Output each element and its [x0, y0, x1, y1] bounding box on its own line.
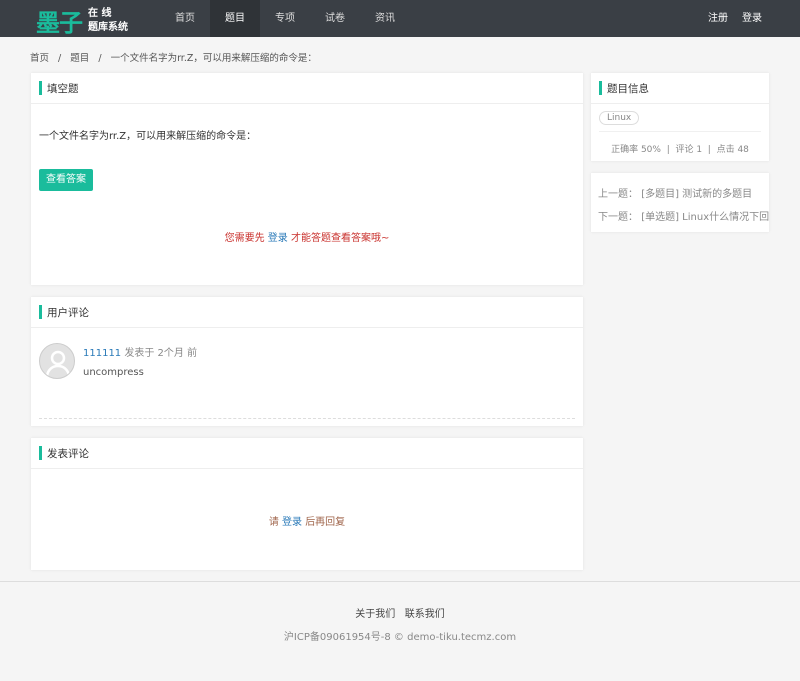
post-comment-title: 发表评论 [31, 438, 583, 469]
post-pre: 请 [268, 517, 279, 528]
post-comment-card: 发表评论 请 登录 后再回复 [31, 438, 583, 570]
nav-home[interactable]: 首页 [160, 0, 210, 37]
avatar [39, 343, 75, 379]
logo[interactable]: 墨子 在 线题库系统 [36, 3, 128, 38]
prev-question[interactable]: 上一题： [多题目] 测试新的多题目 [598, 185, 752, 200]
notice-login-link[interactable]: 登录 [268, 233, 288, 244]
register-link[interactable]: 注册 [708, 0, 728, 37]
login-link[interactable]: 登录 [742, 0, 762, 37]
info-stats: 正确率 50% | 评论 1 | 点击 48 [591, 142, 769, 155]
comment-count: 评论 1 [675, 145, 703, 155]
breadcrumb-sep: / [98, 53, 102, 64]
tag-linux[interactable]: Linux [599, 111, 640, 125]
sep: | [666, 145, 670, 155]
divider [39, 418, 575, 419]
footer: 关于我们 联系我们 沪ICP备09061954号-8 © demo-tiku.t… [0, 581, 800, 681]
view-answer-button[interactable]: 查看答案 [39, 169, 93, 191]
about-link[interactable]: 关于我们 [355, 609, 395, 620]
next-label: 下一题： [598, 212, 638, 223]
comment-text: uncompress [83, 367, 144, 378]
breadcrumb-home[interactable]: 首页 [30, 53, 49, 64]
question-type: 填空题 [31, 73, 583, 104]
post-login-link[interactable]: 登录 [282, 517, 302, 528]
comments-title: 用户评论 [31, 297, 583, 328]
post-post: 后再回复 [305, 517, 346, 528]
comment-user[interactable]: 111111 [83, 348, 121, 359]
click-count: 点击 48 [716, 145, 749, 155]
post-login-notice: 请 登录 后再回复 [31, 513, 583, 528]
breadcrumb: 首页 / 题目 / 一个文件名字为rr.Z，可以用来解压缩的命令是： [30, 50, 323, 64]
logo-line2: 题库系统 [88, 21, 128, 33]
question-text: 一个文件名字为rr.Z，可以用来解压缩的命令是： [39, 131, 257, 142]
next-question[interactable]: 下一题： [单选题] Linux什么情况下回 [598, 208, 769, 223]
comments-card: 用户评论 111111 发表于 2个月 前 uncompress [31, 297, 583, 426]
question-card: 填空题 一个文件名字为rr.Z，可以用来解压缩的命令是： 查看答案 您需要先 登… [31, 73, 583, 285]
notice-post: 才能答题查看答案哦~ [290, 233, 390, 244]
logo-mark: 墨子 [36, 9, 83, 37]
contact-link[interactable]: 联系我们 [405, 609, 445, 620]
info-card: 题目信息 Linux 正确率 50% | 评论 1 | 点击 48 [591, 73, 769, 161]
next-link[interactable]: [单选题] Linux什么情况下回 [641, 212, 769, 223]
nav-questions[interactable]: 题目 [210, 0, 260, 37]
prev-label: 上一题： [598, 189, 638, 200]
prev-next-card: 上一题： [多题目] 测试新的多题目 下一题： [单选题] Linux什么情况下… [591, 173, 769, 232]
top-nav: 墨子 在 线题库系统 首页 题目 专项 试卷 资讯 注册 登录 [0, 0, 800, 37]
notice-pre: 您需要先 [224, 233, 265, 244]
login-notice: 您需要先 登录 才能答题查看答案哦~ [31, 229, 583, 244]
sep: | [707, 145, 711, 155]
breadcrumb-sep: / [58, 53, 62, 64]
accuracy: 正确率 50% [611, 145, 661, 155]
logo-line1: 在 线 [88, 7, 112, 19]
nav-topics[interactable]: 专项 [260, 0, 310, 37]
comment-time: 发表于 2个月 前 [124, 348, 198, 359]
prev-link[interactable]: [多题目] 测试新的多题目 [641, 189, 752, 200]
nav-news[interactable]: 资讯 [360, 0, 410, 37]
info-title: 题目信息 [591, 73, 769, 104]
icp-text[interactable]: 沪ICP备09061954号-8 © demo-tiku.tecmz.com [0, 628, 800, 643]
breadcrumb-current: 一个文件名字为rr.Z，可以用来解压缩的命令是： [110, 53, 317, 64]
breadcrumb-questions[interactable]: 题目 [70, 53, 89, 64]
nav-papers[interactable]: 试卷 [310, 0, 360, 37]
comment-meta: 111111 发表于 2个月 前 [83, 344, 197, 359]
